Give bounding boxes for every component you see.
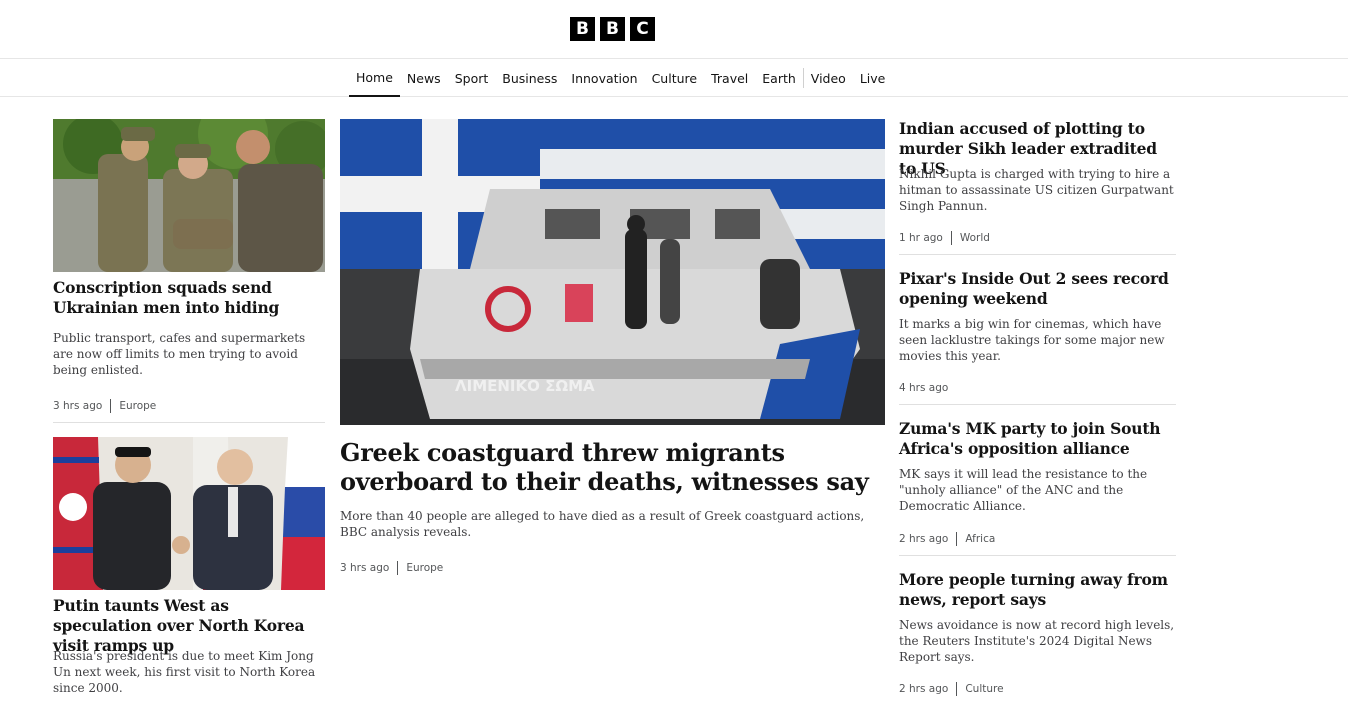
story-time: 1 hr ago	[899, 232, 943, 244]
lead-image-coastguard[interactable]: ΛΙΜΕΝΙΚΟ ΣΩΜΑ	[340, 119, 885, 425]
lead-meta: 3 hrs ago Europe	[340, 561, 443, 575]
story-headline-zuma[interactable]: Zuma's MK party to join South Africa's o…	[899, 419, 1179, 459]
story-meta-extradition: 1 hr ago World	[899, 231, 990, 245]
meta-separator	[950, 231, 952, 245]
logo-letter-b2: B	[600, 17, 625, 41]
story-time: 4 hrs ago	[899, 382, 949, 394]
card-divider	[899, 254, 1176, 255]
meta-separator	[956, 682, 958, 696]
nav-business[interactable]: Business	[495, 59, 564, 97]
nav-video[interactable]: Video	[804, 59, 853, 97]
main-navigation: Home News Sport Business Innovation Cult…	[0, 59, 1348, 97]
story-headline-pixar[interactable]: Pixar's Inside Out 2 sees record opening…	[899, 269, 1179, 309]
lead-headline[interactable]: Greek coastguard threw migrants overboar…	[340, 438, 885, 496]
story-section-link[interactable]: Culture	[965, 683, 1003, 695]
nav-culture[interactable]: Culture	[645, 59, 705, 97]
story-summary-putin: Russia's president is due to meet Kim Jo…	[53, 649, 316, 695]
bbc-logo[interactable]: B B C	[570, 17, 655, 41]
story-summary-extradition: Nikhil Gupta is charged with trying to h…	[899, 167, 1174, 213]
card-divider	[53, 422, 325, 423]
card-divider	[899, 555, 1176, 556]
story-headline-conscription[interactable]: Conscription squads send Ukrainian men i…	[53, 278, 325, 318]
nav-live[interactable]: Live	[853, 59, 893, 97]
meta-separator	[956, 532, 958, 546]
story-meta-pixar: 4 hrs ago	[899, 382, 948, 394]
story-headline-putin[interactable]: Putin taunts West as speculation over No…	[53, 596, 325, 656]
nav-sport[interactable]: Sport	[448, 59, 496, 97]
lead-image-caption: ΛΙΜΕΝΙΚΟ ΣΩΜΑ	[455, 377, 595, 395]
nav-home[interactable]: Home	[349, 59, 400, 97]
story-summary-pixar: It marks a big win for cinemas, which ha…	[899, 317, 1165, 363]
story-section-link[interactable]: Europe	[119, 400, 156, 412]
story-section-link[interactable]: World	[960, 232, 990, 244]
logo-letter-b1: B	[570, 17, 595, 41]
story-headline-news-avoidance[interactable]: More people turning away from news, repo…	[899, 570, 1179, 610]
story-image-soldiers[interactable]	[53, 119, 325, 272]
nav-earth[interactable]: Earth	[755, 59, 803, 97]
meta-separator	[110, 399, 112, 413]
meta-separator	[397, 561, 399, 575]
story-meta-news-avoidance: 2 hrs ago Culture	[899, 682, 1004, 696]
story-summary-news-avoidance: News avoidance is now at record high lev…	[899, 618, 1175, 664]
story-time: 3 hrs ago	[340, 562, 390, 574]
story-summary-conscription: Public transport, cafes and supermarkets…	[53, 331, 306, 377]
logo-letter-c: C	[630, 17, 655, 41]
story-meta-zuma: 2 hrs ago Africa	[899, 532, 995, 546]
nav-news[interactable]: News	[400, 59, 448, 97]
nav-travel[interactable]: Travel	[704, 59, 755, 97]
story-time: 2 hrs ago	[899, 683, 949, 695]
story-image-putin-kim[interactable]	[53, 437, 325, 590]
card-divider	[899, 404, 1176, 405]
nav-innovation[interactable]: Innovation	[564, 59, 644, 97]
story-section-link[interactable]: Africa	[965, 533, 995, 545]
masthead: B B C	[0, 0, 1348, 59]
story-summary-zuma: MK says it will lead the resistance to t…	[899, 467, 1148, 513]
story-section-link[interactable]: Europe	[406, 562, 443, 574]
story-time: 2 hrs ago	[899, 533, 949, 545]
lead-summary: More than 40 people are alleged to have …	[340, 509, 865, 539]
story-meta-conscription: 3 hrs ago Europe	[53, 399, 156, 413]
story-time: 3 hrs ago	[53, 400, 103, 412]
